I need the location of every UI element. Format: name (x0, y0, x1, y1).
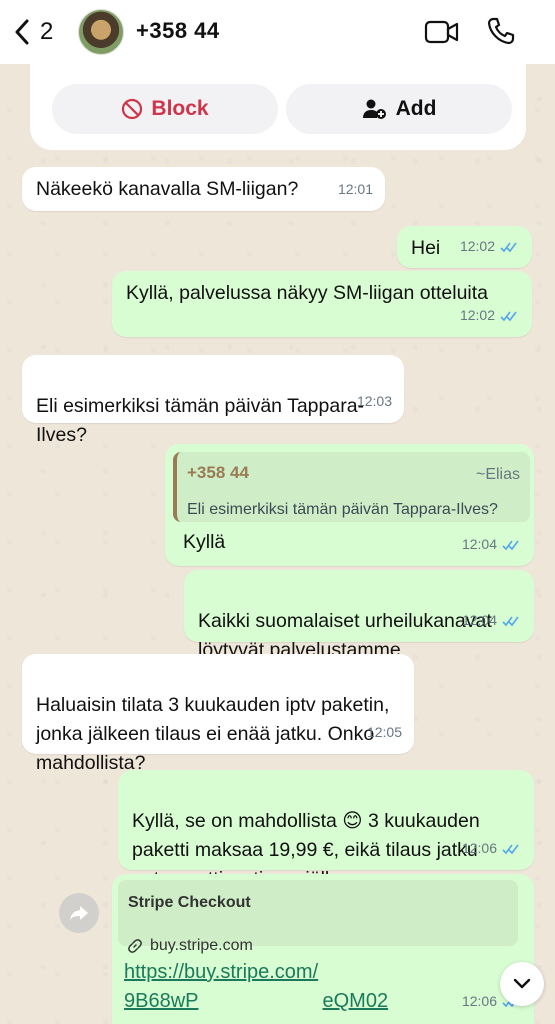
message-time: 12:04 (462, 530, 522, 559)
block-button[interactable]: Block (52, 84, 278, 134)
phone-call-icon[interactable] (486, 16, 516, 46)
add-label: Add (395, 97, 437, 120)
message-time: 12:05 (366, 724, 402, 740)
message-bubble-incoming[interactable]: Näkeekö kanavalla SM-liigan? 12:01 (22, 167, 385, 211)
message-time: 12:04 (462, 606, 522, 635)
unread-count: 2 (40, 18, 54, 45)
read-ticks-icon (500, 242, 517, 252)
quoted-text: Eli esimerkiksi tämän päivän Tappara-Ilv… (187, 501, 498, 518)
add-contact-button[interactable]: Add (286, 84, 512, 134)
message-bubble-outgoing-reply[interactable]: +358 44 9 ~Elias Eli esimerkiksi tämän p… (165, 444, 534, 566)
message-text: Kyllä, palvelussa näkyy SM-liigan ottelu… (126, 282, 489, 304)
chevron-left-icon (15, 19, 29, 45)
link-icon (128, 938, 142, 953)
scroll-to-bottom-button[interactable] (500, 962, 544, 1006)
quoted-alias: ~Elias (475, 466, 520, 483)
message-bubble-incoming[interactable]: Eli esimerkiksi tämän päivän Tappara- Il… (22, 355, 404, 446)
chat-header: 2 +358 44 (0, 0, 555, 64)
forward-icon (70, 906, 88, 920)
message-text: Hei (411, 237, 441, 259)
stripe-link[interactable]: https://buy.stripe.com/ 9B68wP eQM02 (124, 958, 388, 1016)
quoted-message[interactable]: +358 44 9 ~Elias Eli esimerkiksi tämän p… (173, 452, 530, 522)
message-text: Kyllä (183, 531, 226, 553)
link-line-1: https://buy.stripe.com/ (124, 961, 319, 983)
link-preview-title: Stripe Checkout (128, 894, 251, 911)
message-bubble-outgoing-link[interactable]: Stripe Checkout buy.stripe.com https://b… (112, 874, 534, 1024)
read-ticks-icon (502, 540, 519, 550)
block-icon (122, 98, 143, 120)
message-time: 12:02 (460, 232, 520, 261)
message-bubble-outgoing[interactable]: Kaikki suomalaiset urheilukanavat löytyv… (184, 570, 534, 661)
message-time: 12:02 (460, 301, 520, 330)
link-line-2: 9B68wP eQM02 (124, 990, 389, 1012)
video-call-icon[interactable] (424, 18, 460, 46)
read-ticks-icon (500, 311, 517, 321)
forward-button[interactable] (59, 893, 99, 933)
back-button[interactable]: 2 (14, 18, 53, 46)
message-bubble-outgoing[interactable]: Kyllä, se on mahdollista 😊 3 kuukauden p… (118, 770, 534, 890)
quoted-sender: +358 44 9 (187, 458, 520, 487)
read-ticks-icon (502, 844, 519, 854)
contact-name-text: +358 44 (136, 18, 227, 43)
contact-avatar[interactable] (78, 9, 124, 55)
message-text: Näkeekö kanavalla SM-liigan? (36, 178, 299, 200)
link-preview-domain: buy.stripe.com (128, 931, 508, 960)
message-bubble-incoming[interactable]: Haluaisin tilata 3 kuukauden iptv paketi… (22, 654, 414, 774)
message-bubble-outgoing[interactable]: Hei 12:02 (397, 226, 532, 268)
redaction (226, 22, 287, 43)
unknown-contact-card: Block Add (30, 58, 526, 150)
block-label: Block (151, 97, 209, 120)
message-bubble-outgoing[interactable]: Kyllä, palvelussa näkyy SM-liigan ottelu… (112, 271, 532, 337)
link-preview-card[interactable]: Stripe Checkout buy.stripe.com (118, 880, 518, 954)
message-time: 12:01 (337, 181, 373, 197)
contact-name[interactable]: +358 44 (136, 18, 287, 44)
add-person-icon (362, 99, 386, 119)
message-time: 12:03 (356, 393, 392, 409)
read-ticks-icon (502, 616, 519, 626)
message-time: 12:06 (462, 834, 522, 863)
chevron-down-icon (513, 978, 531, 989)
